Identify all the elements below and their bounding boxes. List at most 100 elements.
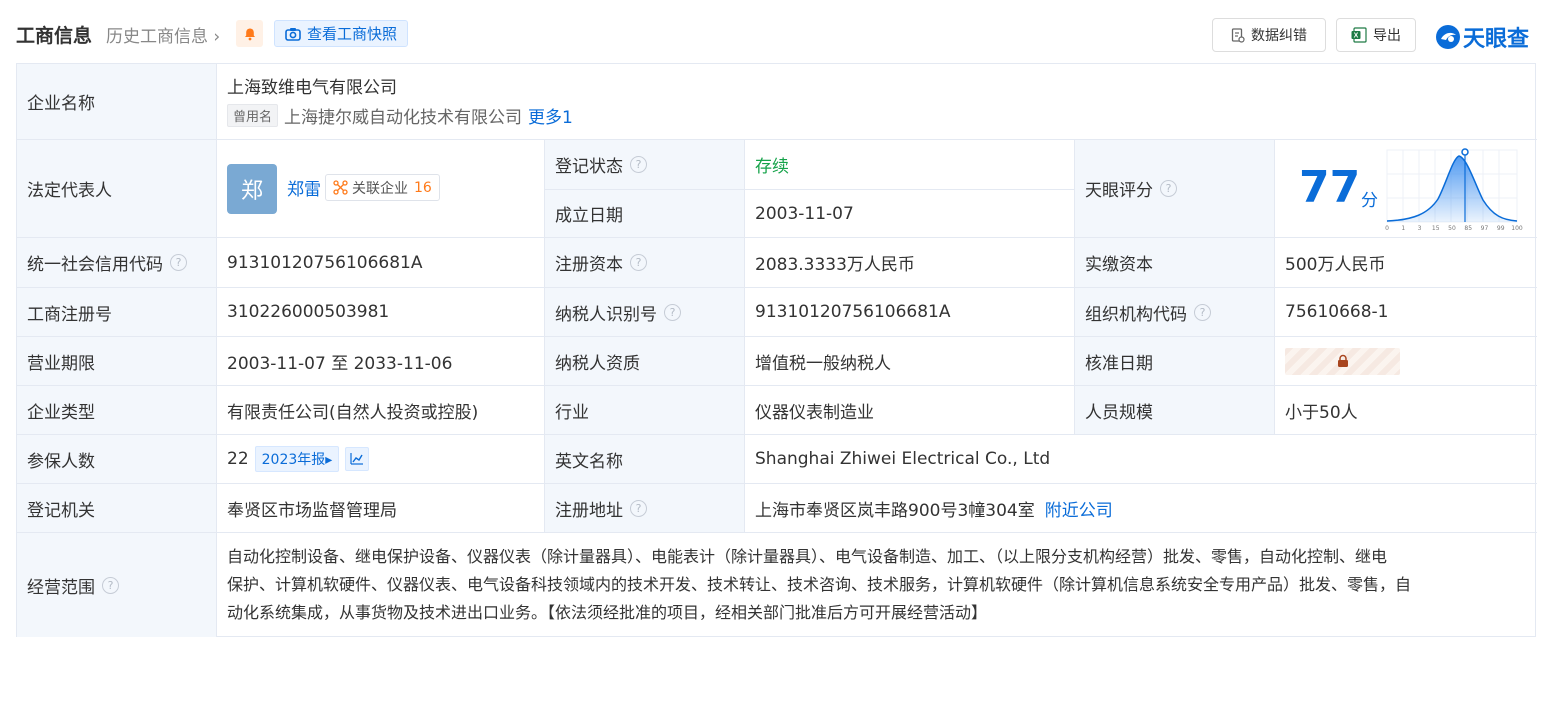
help-icon[interactable]: ? xyxy=(1194,303,1211,321)
score-marker-dot xyxy=(1461,148,1469,156)
approval-date-cell xyxy=(1275,337,1537,386)
reg-capital-label-cell: 注册资本? xyxy=(545,238,745,288)
related-companies-label: 关联企业 xyxy=(352,180,408,197)
svg-text:X: X xyxy=(1354,33,1359,40)
snapshot-label: 查看工商快照 xyxy=(307,25,398,43)
reg-number-label: 工商注册号 xyxy=(17,288,217,337)
trend-chart-icon xyxy=(350,453,364,465)
paid-capital-label: 实缴资本 xyxy=(1075,238,1275,288)
legal-rep-cell: 郑 郑雷 关联企业 16 xyxy=(217,140,545,238)
tianyancha-logo: 天眼查 xyxy=(1435,21,1529,53)
score-axis-tick: 3 xyxy=(1418,225,1422,232)
address-label-cell: 注册地址? xyxy=(545,484,745,533)
reg-capital-value: 2083.3333万人民币 xyxy=(745,238,1075,288)
score-label-cell: 天眼评分? xyxy=(1075,140,1275,238)
scope-line: 保护、计算机软硬件、仪器仪表、电气设备科技领域内的技术开发、技术转让、技术咨询、… xyxy=(227,575,1412,594)
help-icon[interactable]: ? xyxy=(630,499,647,517)
term-label: 营业期限 xyxy=(17,337,217,386)
score-axis-tick: 1 xyxy=(1401,225,1405,232)
insured-label: 参保人数 xyxy=(17,435,217,484)
taxpayer-id-value: 91310120756106681A xyxy=(745,288,1075,337)
authority-value: 奉贤区市场监督管理局 xyxy=(217,484,545,533)
company-type-label: 企业类型 xyxy=(17,386,217,435)
reg-number-value: 310226000503981 xyxy=(217,288,545,337)
address-value: 上海市奉贤区岚丰路900号3幢304室 xyxy=(755,500,1035,521)
company-type-value: 有限责任公司(自然人投资或控股) xyxy=(217,386,545,435)
avatar-char: 郑 xyxy=(240,179,263,204)
industry-value: 仪器仪表制造业 xyxy=(745,386,1075,435)
insured-value: 22 xyxy=(227,449,249,469)
trend-chart-button[interactable] xyxy=(345,447,370,471)
section-header: 工商信息 历史工商信息 › 查看工商快照 数据纠错 X 导出 天眼查 xyxy=(16,18,1536,54)
company-name-label: 企业名称 xyxy=(17,64,217,140)
export-button[interactable]: X 导出 xyxy=(1336,18,1416,52)
org-code-label: 组织机构代码 xyxy=(1085,304,1187,325)
company-name-cell: 上海致维电气有限公司 曾用名 上海捷尔威自动化技术有限公司 更多1 xyxy=(217,64,1537,140)
legal-rep-label: 法定代表人 xyxy=(17,140,217,238)
former-name-row: 曾用名 上海捷尔威自动化技术有限公司 更多1 xyxy=(227,103,1537,128)
credit-code-label-cell: 统一社会信用代码? xyxy=(17,238,217,288)
snapshot-button[interactable]: 查看工商快照 xyxy=(274,20,408,47)
paid-capital-value: 500万人民币 xyxy=(1275,238,1537,288)
approval-date-label: 核准日期 xyxy=(1075,337,1275,386)
business-info-table: 企业名称 上海致维电气有限公司 曾用名 上海捷尔威自动化技术有限公司 更多1 法… xyxy=(16,63,1537,637)
score-unit: 分 xyxy=(1361,191,1378,211)
history-link[interactable]: 历史工商信息 › xyxy=(106,22,220,47)
network-icon xyxy=(333,180,348,195)
status-label: 登记状态 xyxy=(555,157,623,177)
former-name: 上海捷尔威自动化技术有限公司 xyxy=(284,108,523,128)
help-icon[interactable]: ? xyxy=(170,254,187,271)
locked-value-placeholder[interactable] xyxy=(1285,347,1400,375)
help-icon[interactable]: ? xyxy=(630,254,647,271)
status-label-cell: 登记状态? xyxy=(545,140,745,190)
company-name: 上海致维电气有限公司 xyxy=(227,78,397,98)
help-icon[interactable]: ? xyxy=(664,303,681,321)
legal-rep-name[interactable]: 郑雷 xyxy=(287,175,321,200)
score-axis-tick: 0 xyxy=(1385,225,1389,232)
section-title: 工商信息 xyxy=(16,25,93,47)
score-axis-tick: 100 xyxy=(1511,225,1523,232)
status-value: 存续 xyxy=(755,157,789,177)
staff-size-label: 人员规模 xyxy=(1075,386,1275,435)
nearby-companies-link[interactable]: 附近公司 xyxy=(1045,496,1113,521)
scope-label-cell: 经营范围? xyxy=(17,533,217,637)
score-value: 77 xyxy=(1299,162,1361,213)
founded-value: 2003-11-07 xyxy=(745,190,1075,238)
taxpayer-id-label: 纳税人识别号 xyxy=(555,304,657,325)
term-value: 2003-11-07 至 2033-11-06 xyxy=(217,337,545,386)
related-companies-count: 16 xyxy=(414,179,432,196)
scope-cell: 自动化控制设备、继电保护设备、仪器仪表（除计量器具）、电能表计（除计量器具）、电… xyxy=(217,533,1537,637)
score-distribution-chart: 0 1 3 15 50 85 97 99 100 xyxy=(1385,148,1523,232)
address-label: 注册地址 xyxy=(555,500,623,521)
score-cell[interactable]: 77 分 0 1 3 15 50 85 97 99 100 xyxy=(1275,140,1537,238)
score-axis-tick: 97 xyxy=(1481,225,1489,232)
correction-button[interactable]: 数据纠错 xyxy=(1212,18,1326,52)
more-former-names-link[interactable]: 更多1 xyxy=(528,103,573,128)
insured-cell: 22 2023年报▸ xyxy=(217,435,545,484)
scope-line: 自动化控制设备、继电保护设备、仪器仪表（除计量器具）、电能表计（除计量器具）、电… xyxy=(227,547,1388,566)
authority-label: 登记机关 xyxy=(17,484,217,533)
founded-label: 成立日期 xyxy=(545,190,745,238)
reg-capital-label: 注册资本 xyxy=(555,255,623,275)
score-axis-tick: 85 xyxy=(1464,225,1472,232)
edit-doc-icon xyxy=(1231,27,1245,43)
avatar: 郑 xyxy=(227,164,277,214)
english-name-label: 英文名称 xyxy=(545,435,745,484)
bell-button[interactable] xyxy=(236,20,263,47)
logo-icon xyxy=(1436,25,1460,49)
help-icon[interactable]: ? xyxy=(1160,180,1177,197)
related-companies-tag[interactable]: 关联企业 16 xyxy=(325,174,440,201)
help-icon[interactable]: ? xyxy=(102,576,119,594)
scope-line: 动化系统集成，从事货物及技术进出口业务。【依法须经批准的项目，经相关部门批准后方… xyxy=(227,603,988,622)
scope-label: 经营范围 xyxy=(27,577,95,598)
english-name-value: Shanghai Zhiwei Electrical Co., Ltd xyxy=(745,435,1537,484)
help-icon[interactable]: ? xyxy=(630,156,647,173)
taxpayer-id-label-cell: 纳税人识别号? xyxy=(545,288,745,337)
correction-label: 数据纠错 xyxy=(1251,28,1307,44)
org-code-label-cell: 组织机构代码? xyxy=(1075,288,1275,337)
former-name-tag: 曾用名 xyxy=(227,104,279,127)
camera-icon xyxy=(285,27,301,41)
score-axis-tick: 99 xyxy=(1497,225,1505,232)
annual-report-tag[interactable]: 2023年报▸ xyxy=(254,446,340,472)
score-axis-tick: 15 xyxy=(1432,225,1440,232)
